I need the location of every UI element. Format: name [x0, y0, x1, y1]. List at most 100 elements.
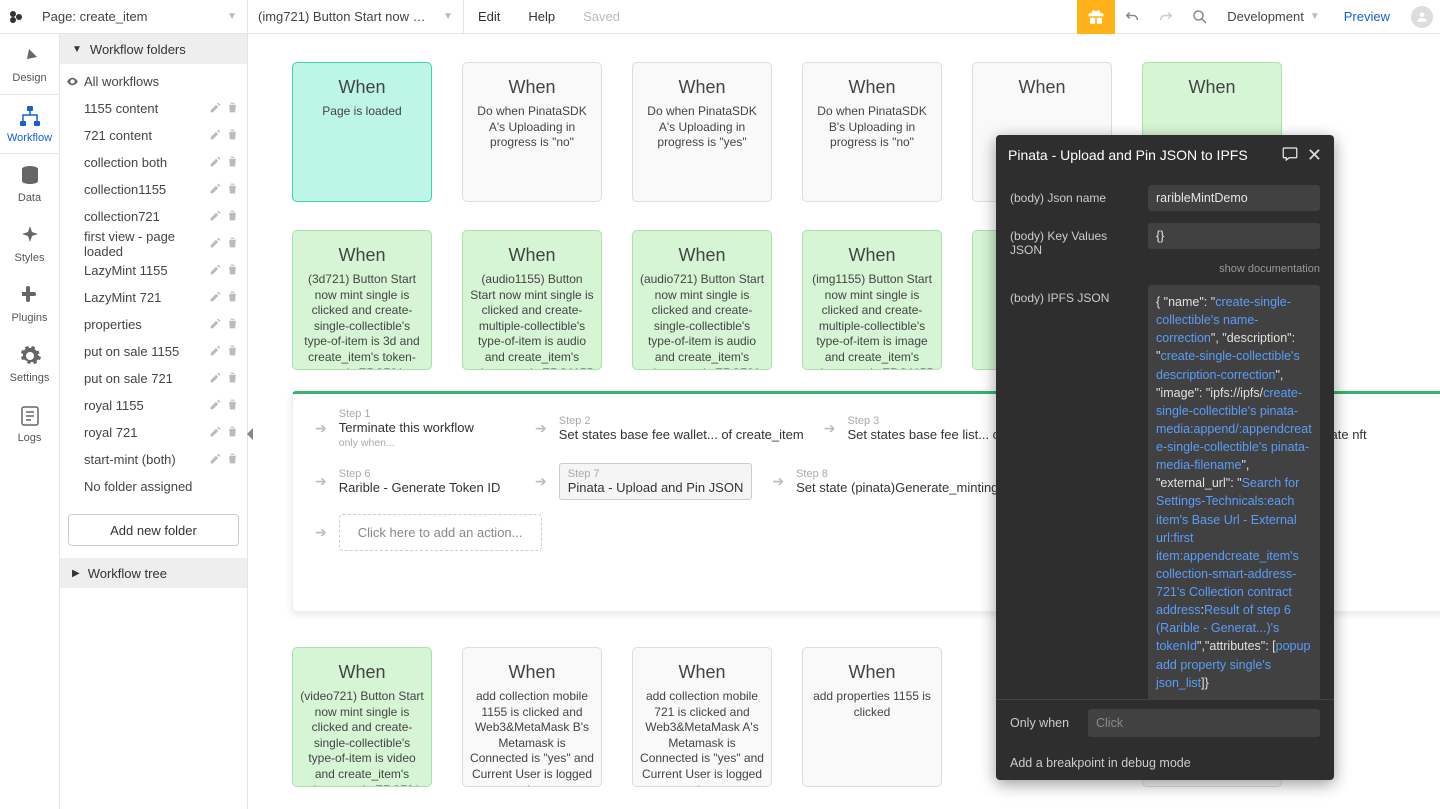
edit-menu[interactable]: Edit — [464, 0, 514, 34]
trash-icon[interactable] — [226, 236, 239, 252]
nav-styles[interactable]: Styles — [0, 214, 59, 274]
folder-all-workflows[interactable]: All workflows — [60, 68, 247, 95]
folder-item[interactable]: LazyMint 721 — [60, 284, 247, 311]
prop-input-ipfs-json[interactable]: { "name": "create-single-collectible's n… — [1148, 285, 1320, 699]
trash-icon[interactable] — [226, 101, 239, 117]
folder-item[interactable]: collection1155 — [60, 176, 247, 203]
gift-button[interactable] — [1077, 0, 1115, 34]
workflow-card[interactable]: When (3d721) Button Start now mint singl… — [292, 230, 432, 370]
workflow-card[interactable]: When Page is loaded — [292, 62, 432, 202]
add-action-label: Click here to add an action... — [339, 514, 542, 551]
add-folder-button[interactable]: Add new folder — [68, 514, 239, 546]
edit-icon[interactable] — [209, 101, 222, 117]
folder-none[interactable]: No folder assigned — [60, 473, 247, 500]
nav-plugins[interactable]: Plugins — [0, 274, 59, 334]
trash-icon[interactable] — [226, 425, 239, 441]
redo-button[interactable] — [1149, 0, 1183, 34]
workflow-card[interactable]: When (img1155) Button Start now mint sin… — [802, 230, 942, 370]
trash-icon[interactable] — [226, 317, 239, 333]
edit-icon[interactable] — [209, 155, 222, 171]
logo[interactable] — [0, 0, 32, 34]
close-icon[interactable]: ✕ — [1307, 145, 1322, 166]
edit-icon[interactable] — [209, 452, 222, 468]
folder-item[interactable]: royal 721 — [60, 419, 247, 446]
edit-icon[interactable] — [209, 128, 222, 144]
trash-icon[interactable] — [226, 128, 239, 144]
workflow-card[interactable]: When add properties 1155 is clicked — [802, 647, 942, 787]
folder-item[interactable]: first view - page loaded — [60, 230, 247, 257]
workflow-card[interactable]: When (audio721) Button Start now mint si… — [632, 230, 772, 370]
prop-input-keyvalues[interactable]: {} — [1148, 223, 1320, 249]
folder-item[interactable]: collection721 — [60, 203, 247, 230]
arrow-right-icon: ➔ — [535, 473, 547, 490]
workflow-card[interactable]: When (audio1155) Button Start now mint s… — [462, 230, 602, 370]
undo-button[interactable] — [1115, 0, 1149, 34]
workflow-card[interactable]: When add collection mobile 721 is clicke… — [632, 647, 772, 787]
nav-design[interactable]: Design — [0, 34, 59, 94]
workflow-canvas[interactable]: When Page is loadedWhen Do when PinataSD… — [258, 34, 1440, 809]
folder-item[interactable]: royal 1155 — [60, 392, 247, 419]
trash-icon[interactable] — [226, 182, 239, 198]
nav-settings[interactable]: Settings — [0, 334, 59, 394]
add-action-button[interactable]: ➔Click here to add an action... — [315, 514, 542, 551]
edit-icon[interactable] — [209, 425, 222, 441]
card-title: When — [338, 77, 385, 98]
edit-icon[interactable] — [209, 398, 222, 414]
edit-icon[interactable] — [209, 182, 222, 198]
folder-item[interactable]: put on sale 1155 — [60, 338, 247, 365]
folder-label: royal 721 — [84, 425, 209, 440]
workflow-step[interactable]: ➔ Step 7 Pinata - Upload and Pin JSON — [535, 463, 752, 500]
show-doc-link[interactable]: show documentation — [1010, 263, 1320, 275]
card-title: When — [678, 662, 725, 683]
trash-icon[interactable] — [226, 344, 239, 360]
nav-logs[interactable]: Logs — [0, 394, 59, 454]
folder-item[interactable]: properties — [60, 311, 247, 338]
edit-icon[interactable] — [209, 263, 222, 279]
workflow-step[interactable]: ➔ Step 6 Rarible - Generate Token ID — [315, 463, 515, 500]
edit-icon[interactable] — [209, 344, 222, 360]
edit-icon[interactable] — [209, 209, 222, 225]
only-when-input[interactable]: Click — [1088, 709, 1320, 737]
folder-item[interactable]: collection both — [60, 149, 247, 176]
workflow-step[interactable]: ➔ Step 1 Terminate this workflow only wh… — [315, 408, 515, 449]
folder-item[interactable]: put on sale 721 — [60, 365, 247, 392]
collapse-handle[interactable] — [248, 34, 258, 809]
section-folders[interactable]: ▼ Workflow folders — [60, 34, 247, 64]
step-number: Step 2 — [559, 415, 804, 427]
nav-data[interactable]: Data — [0, 154, 59, 214]
edit-icon[interactable] — [209, 371, 222, 387]
workflow-card[interactable]: When Do when PinataSDK A's Uploading in … — [632, 62, 772, 202]
comment-icon[interactable] — [1281, 145, 1299, 166]
workflow-card[interactable]: When Do when PinataSDK A's Uploading in … — [462, 62, 602, 202]
edit-icon[interactable] — [209, 317, 222, 333]
workflow-step[interactable]: ➔ Step 2 Set states base fee wallet... o… — [535, 408, 804, 449]
trash-icon[interactable] — [226, 155, 239, 171]
workflow-card[interactable]: When Do when PinataSDK B's Uploading in … — [802, 62, 942, 202]
folder-item[interactable]: 1155 content — [60, 95, 247, 122]
section-tree[interactable]: ▶ Workflow tree — [60, 558, 247, 588]
folder-item[interactable]: 721 content — [60, 122, 247, 149]
edit-icon[interactable] — [209, 290, 222, 306]
edit-icon[interactable] — [209, 236, 222, 252]
help-menu[interactable]: Help — [514, 0, 569, 34]
add-breakpoint-link[interactable]: Add a breakpoint in debug mode — [1010, 746, 1320, 780]
nav-workflow[interactable]: Workflow — [0, 94, 59, 154]
user-avatar[interactable] — [1404, 0, 1440, 34]
workflow-card[interactable]: When add collection mobile 1155 is click… — [462, 647, 602, 787]
trash-icon[interactable] — [226, 209, 239, 225]
folder-item[interactable]: start-mint (both) — [60, 446, 247, 473]
trash-icon[interactable] — [226, 290, 239, 306]
page-selector[interactable]: Page: create_item ▼ — [32, 0, 248, 34]
env-selector[interactable]: Development ▼ — [1217, 0, 1330, 34]
trash-icon[interactable] — [226, 371, 239, 387]
search-button[interactable] — [1183, 0, 1217, 34]
element-selector[interactable]: (img721) Button Start now mint ... ▼ — [248, 0, 464, 34]
workflow-card[interactable]: When (video721) Button Start now mint si… — [292, 647, 432, 787]
folder-item[interactable]: LazyMint 1155 — [60, 257, 247, 284]
prop-input-json-name[interactable]: raribleMintDemo — [1148, 185, 1320, 211]
trash-icon[interactable] — [226, 452, 239, 468]
arrow-right-icon: ➔ — [315, 473, 327, 490]
trash-icon[interactable] — [226, 398, 239, 414]
trash-icon[interactable] — [226, 263, 239, 279]
preview-button[interactable]: Preview — [1330, 0, 1404, 34]
